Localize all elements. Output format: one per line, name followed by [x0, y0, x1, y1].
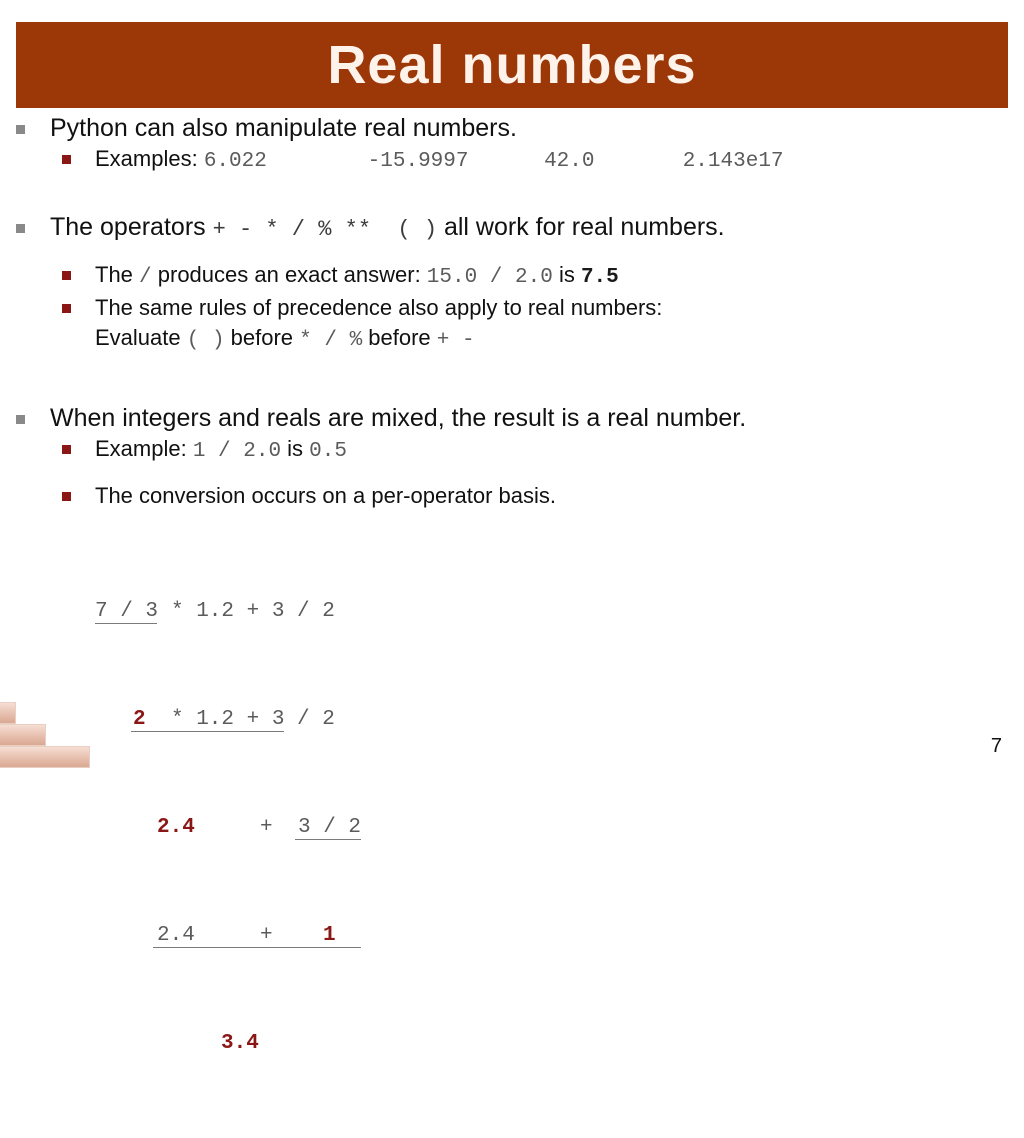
precedence-ops-additive: + -: [436, 329, 475, 352]
precedence-before-1: before: [224, 325, 300, 350]
calc-line1-rest: * 1.2 + 3 / 2: [171, 600, 335, 623]
calc-line3-plus: +: [260, 816, 273, 839]
division-operator: /: [139, 266, 152, 289]
bullet-text: Python can also manipulate real numbers.: [50, 114, 517, 142]
calc-line2-result: 2: [133, 708, 146, 731]
bullet-per-operator-conversion: The conversion occurs on a per-operator …: [0, 481, 1024, 511]
conversion-text: The conversion occurs on a per-operator …: [95, 483, 557, 508]
slide-title-banner: Real numbers: [16, 22, 1008, 108]
example-label: Example:: [95, 436, 193, 461]
precedence-before-2: before: [362, 325, 437, 350]
bullet-marker-level2: [62, 304, 71, 313]
calc-line4-result: 1: [323, 924, 336, 947]
calc-line-5: 3.4: [95, 1030, 1024, 1057]
calc-rule-2: [131, 731, 284, 732]
calc-line1-underlined-term: 7 / 3: [95, 600, 159, 623]
decorative-block-top: [0, 702, 16, 724]
calc-final-result: 3.4: [221, 1032, 259, 1055]
bullet-exact-answer: The / produces an exact answer: 15.0 / 2…: [0, 260, 1024, 293]
examples-values: 6.022 -15.9997 42.0 2.143e17: [203, 150, 784, 173]
bullet-operators: The operators + - * / % ** ( ) all work …: [0, 211, 1024, 246]
precedence-line1: The same rules of precedence also apply …: [95, 295, 663, 320]
bullet-marker-level2: [62, 445, 71, 454]
bullet-python-real-numbers: Python can also manipulate real numbers.: [0, 112, 1024, 144]
bullet-marker-level2: [62, 155, 71, 164]
calc-line3-underlined-term: 3 / 2: [298, 816, 362, 839]
bullet-marker-level2: [62, 492, 71, 501]
example-expression: 1 / 2.0: [192, 440, 282, 463]
exact-answer-prefix: The: [95, 262, 140, 287]
operators-prefix: The operators: [50, 213, 213, 241]
exact-answer-mid: produces an exact answer:: [151, 262, 427, 287]
bullet-examples: Examples: 6.022 -15.9997 42.0 2.143e17: [0, 144, 1024, 177]
decorative-blocks-graphic: [0, 698, 125, 768]
examples-label: Examples:: [95, 146, 204, 171]
operators-suffix: all work for real numbers.: [437, 213, 725, 241]
worked-calculation: 7 / 3 * 1.2 + 3 / 2 2 * 1.2 + 3 / 2 2.4 …: [0, 517, 1024, 1138]
bullet-marker-level1: [16, 415, 25, 424]
calc-line2-rest: * 1.2 + 3 / 2: [171, 708, 335, 731]
exact-answer-expression: 15.0 / 2.0: [426, 266, 553, 289]
page-title: Real numbers: [327, 35, 697, 95]
example-is: is: [281, 436, 310, 461]
decorative-block-middle: [0, 724, 46, 746]
calc-rule-1: [95, 623, 157, 624]
calc-line3-result: 2.4: [157, 816, 195, 839]
exact-answer-is: is: [552, 262, 581, 287]
calc-line-2: 2 * 1.2 + 3 / 2: [95, 706, 1024, 733]
precedence-ops-multiplicative: * / %: [299, 329, 363, 352]
calc-line-4: 2.4 + 1: [95, 922, 1024, 949]
operators-list: + - * / % ** ( ): [212, 217, 438, 242]
calc-line-1: 7 / 3 * 1.2 + 3 / 2: [95, 598, 1024, 625]
bullet-mixed-types: When integers and reals are mixed, the r…: [0, 402, 1024, 434]
bullet-marker-level2: [62, 271, 71, 280]
precedence-parentheses: ( ): [186, 329, 225, 352]
calc-line4-plus: +: [260, 924, 273, 947]
calc-rule-3: [295, 839, 361, 840]
bullet-precedence: The same rules of precedence also apply …: [0, 293, 1024, 356]
exact-answer-value: 7.5: [580, 266, 619, 289]
decorative-block-bottom: [0, 746, 90, 768]
precedence-evaluate: Evaluate: [95, 325, 187, 350]
page-number: 7: [990, 735, 1002, 757]
slide-content: Python can also manipulate real numbers.…: [0, 112, 1024, 1138]
calc-line-3: 2.4 + 3 / 2: [95, 814, 1024, 841]
bullet-text: When integers and reals are mixed, the r…: [50, 404, 747, 432]
bullet-mixed-example: Example: 1 / 2.0 is 0.5: [0, 434, 1024, 467]
bullet-marker-level1: [16, 125, 25, 134]
example-value: 0.5: [309, 440, 347, 463]
calc-rule-4: [153, 947, 361, 948]
bullet-marker-level1: [16, 224, 25, 233]
calc-line4-left: 2.4: [157, 924, 195, 947]
